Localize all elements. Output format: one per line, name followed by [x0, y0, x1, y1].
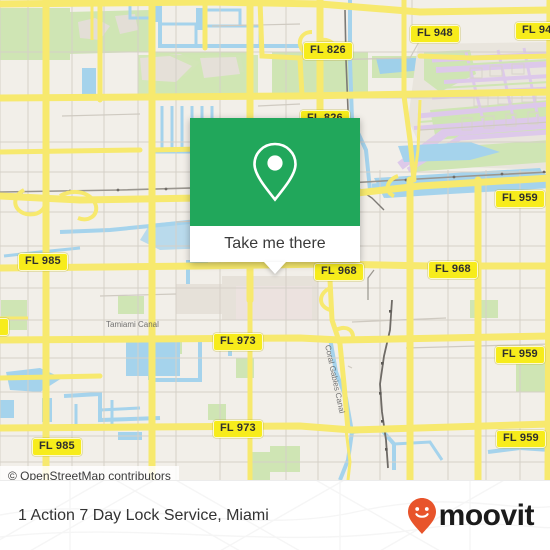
road-shield: FL 959	[496, 430, 546, 448]
road-shield: FL 968	[314, 263, 364, 281]
place-title: 1 Action 7 Day Lock Service, Miami	[18, 481, 269, 550]
road-shield: FL 826	[303, 42, 353, 60]
attribution-text: © OpenStreetMap contributors	[8, 468, 171, 481]
road-shield: FL 959	[495, 190, 545, 208]
road-shield: FL 959	[495, 346, 545, 364]
road-shield	[0, 318, 10, 336]
callout-pointer	[264, 262, 286, 274]
road-shield: FL 985	[32, 438, 82, 456]
road-shield: FL 968	[428, 261, 478, 279]
moovit-wordmark: moovit	[438, 499, 535, 532]
map-pin-icon	[253, 142, 297, 202]
moovit-logo[interactable]: moovit	[407, 481, 535, 550]
road-shield: FL 948	[410, 25, 460, 43]
place-callout-card[interactable]: Take me there	[190, 118, 360, 274]
moovit-place-map-card: FL 948 FL 94 FL 826 FL 826 FL 959 FL 985…	[0, 0, 550, 550]
road-shield: FL 94	[515, 22, 550, 40]
map-label-tamiami-canal: Tamiami Canal	[106, 320, 159, 329]
callout-icon-area	[190, 118, 360, 226]
take-me-there-button[interactable]: Take me there	[190, 226, 360, 262]
place-title-text: 1 Action 7 Day Lock Service, Miami	[18, 507, 269, 524]
road-shield: FL 985	[18, 253, 68, 271]
road-shield: FL 973	[213, 333, 263, 351]
map-canvas[interactable]: FL 948 FL 94 FL 826 FL 826 FL 959 FL 985…	[0, 0, 550, 480]
footer-bar: 1 Action 7 Day Lock Service, Miami moovi…	[0, 480, 550, 550]
moovit-smiley-pin-icon	[407, 498, 436, 534]
take-me-there-label: Take me there	[224, 235, 326, 252]
map-attribution[interactable]: © OpenStreetMap contributors	[0, 466, 179, 480]
road-shield: FL 973	[213, 420, 263, 438]
